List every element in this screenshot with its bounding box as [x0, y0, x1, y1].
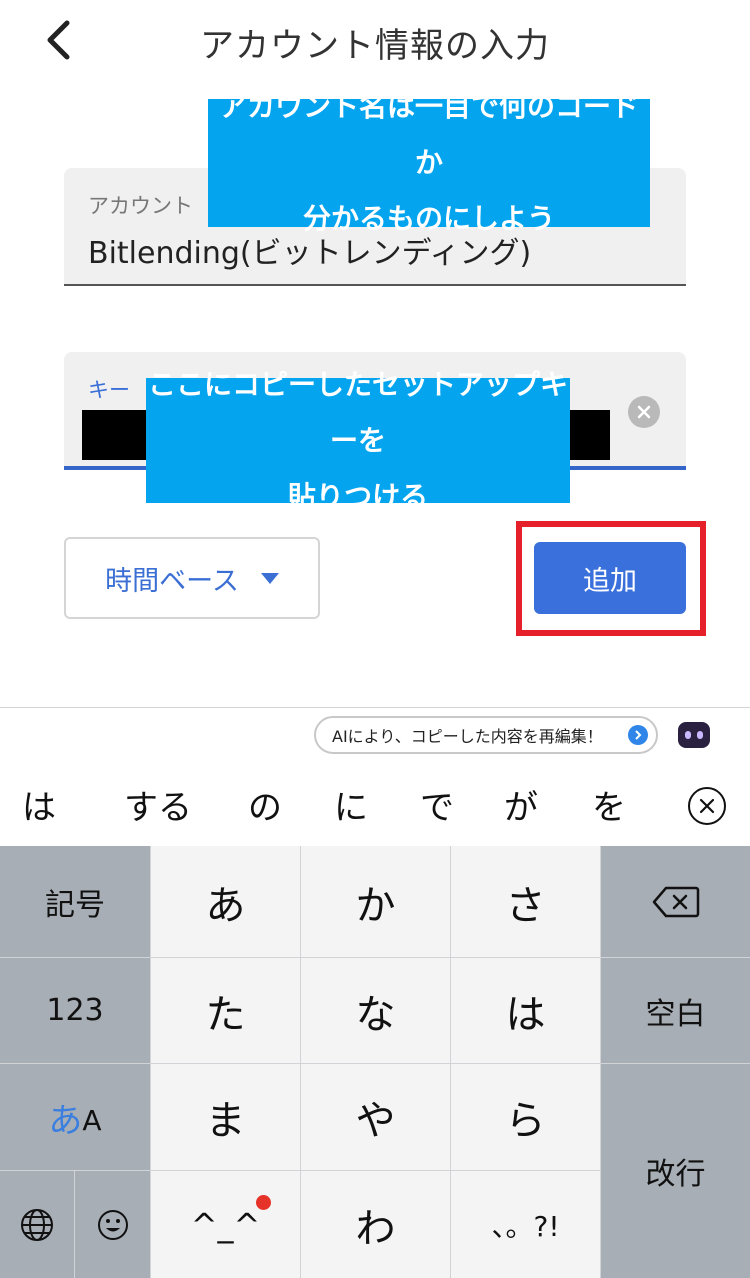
kaomoji-label: ^_^	[190, 1205, 261, 1244]
key-field-label: キー	[88, 378, 130, 402]
kana-key-sa[interactable]: さ	[451, 846, 600, 957]
callout-line: 分かるものにしよう	[302, 202, 555, 235]
kana-key-ma[interactable]: ま	[151, 1064, 300, 1170]
time-select-label: 時間ベース	[105, 565, 239, 597]
kana-key-na[interactable]: な	[301, 958, 450, 1063]
keyboard-toolbar: AIにより、コピーした内容を再編集！	[0, 707, 750, 770]
candidate-item[interactable]: が	[504, 780, 538, 829]
close-icon	[637, 405, 651, 419]
kana-key-ra[interactable]: ら	[451, 1064, 600, 1170]
candidate-item[interactable]: で	[420, 780, 454, 829]
keyboard: 記号 あ か さ 123 た な は 空白 あ A ま や ら 改行 ^_^ わ…	[0, 846, 750, 1278]
toggle-alpha-label: A	[82, 1103, 102, 1137]
numbers-key[interactable]: 123	[0, 958, 150, 1063]
add-button[interactable]: 追加	[534, 542, 686, 614]
chevron-right-icon	[628, 725, 648, 745]
return-key[interactable]: 改行	[601, 1064, 750, 1278]
ai-suggestion-text: AIにより、コピーした内容を再編集！	[332, 727, 603, 746]
key-paste-callout: ここにコピーしたセットアップキーを 貼りつける	[146, 368, 570, 513]
candidate-item[interactable]: する	[124, 780, 192, 829]
account-name-callout: アカウント名は一目で何のコードか 分かるものにしよう	[208, 90, 650, 235]
notification-dot	[256, 1195, 271, 1210]
account-field-label: アカウント	[88, 194, 193, 218]
kana-key-wa[interactable]: わ	[301, 1171, 450, 1278]
callout-line: 貼りつける	[287, 479, 429, 513]
kaomoji-key[interactable]: ^_^	[151, 1171, 300, 1278]
toggle-kana-label: あ	[48, 1100, 83, 1141]
candidate-item[interactable]: は	[22, 780, 56, 829]
redacted-key-block	[82, 410, 150, 460]
candidate-bar: は する の に で が を	[0, 770, 750, 846]
globe-key[interactable]	[0, 1171, 74, 1278]
candidate-item[interactable]: を	[592, 780, 626, 829]
page-title: アカウント情報の入力	[200, 26, 550, 66]
emoji-icon	[97, 1209, 128, 1240]
callout-line: アカウント名は一目で何のコードか	[218, 90, 639, 179]
time-based-select[interactable]: 時間ベース	[64, 537, 320, 619]
candidate-item[interactable]: に	[334, 780, 368, 829]
clear-key-button[interactable]	[628, 396, 660, 428]
backspace-key[interactable]	[601, 846, 750, 957]
kana-key-ha[interactable]: は	[451, 958, 600, 1063]
redacted-key-block	[570, 410, 610, 460]
backspace-icon	[652, 886, 699, 917]
kana-key-a[interactable]: あ	[151, 846, 300, 957]
ai-suggestion-pill[interactable]: AIにより、コピーした内容を再編集！	[314, 716, 658, 754]
header: アカウント情報の入力	[0, 0, 750, 80]
candidate-item[interactable]: の	[248, 780, 282, 829]
punctuation-key[interactable]: 、。?!	[451, 1171, 600, 1278]
caret-down-icon	[260, 572, 279, 584]
emoji-key[interactable]	[75, 1171, 150, 1278]
symbols-key[interactable]: 記号	[0, 846, 150, 957]
close-candidates-button[interactable]	[688, 787, 726, 825]
globe-icon	[21, 1208, 53, 1241]
space-key[interactable]: 空白	[601, 958, 750, 1063]
ai-bot-icon[interactable]	[678, 722, 710, 748]
kana-key-ka[interactable]: か	[301, 846, 450, 957]
kana-key-ya[interactable]: や	[301, 1064, 450, 1170]
close-icon	[699, 798, 715, 814]
kana-alpha-toggle-key[interactable]: あ A	[0, 1064, 150, 1170]
callout-line: ここにコピーしたセットアップキーを	[147, 367, 568, 457]
kana-key-ta[interactable]: た	[151, 958, 300, 1063]
